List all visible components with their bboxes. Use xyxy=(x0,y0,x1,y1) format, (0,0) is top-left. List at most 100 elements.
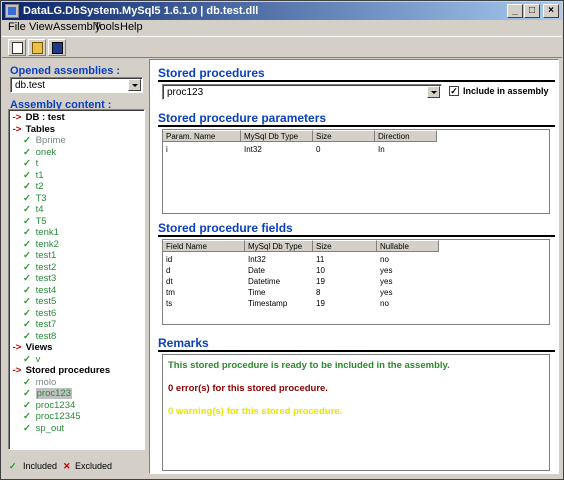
table-cell: tm xyxy=(166,288,175,297)
tree-group[interactable]: -> DB : test xyxy=(11,112,65,124)
check-icon: ✓ xyxy=(23,422,31,434)
tree-group[interactable]: -> Stored procedures xyxy=(11,365,110,377)
close-button[interactable]: × xyxy=(543,4,559,18)
check-icon: ✓ xyxy=(23,227,31,238)
tree-item[interactable]: ✓ t xyxy=(21,158,38,170)
tree-item-label: Views xyxy=(25,342,53,353)
tree-item[interactable]: ✓ test4 xyxy=(21,285,56,297)
check-icon: ✓ xyxy=(23,181,31,192)
toolbar xyxy=(2,36,562,58)
arrow-right-icon: -> xyxy=(12,342,22,353)
tree-item[interactable]: ✓ test7 xyxy=(21,319,56,331)
legend-excluded: Excluded xyxy=(75,461,113,471)
tree-item[interactable]: ✓ molo xyxy=(21,377,56,389)
table-cell: no xyxy=(380,299,389,308)
title-bar[interactable]: DataLG.DbSystem.MySql5 1.6.1.0 | db.test… xyxy=(2,2,562,20)
include-checkbox[interactable]: ✓ xyxy=(449,86,459,96)
check-icon: ✓ xyxy=(23,250,31,261)
check-icon: ✓ xyxy=(23,284,31,296)
check-icon: ✓ xyxy=(23,376,31,388)
column-header[interactable]: Nullable xyxy=(377,240,439,252)
maximize-button[interactable]: □ xyxy=(524,4,540,18)
tree-item[interactable]: ✓ t1 xyxy=(21,170,44,182)
tree-item[interactable]: ✓ sp_out xyxy=(21,423,64,435)
table-cell: 11 xyxy=(316,255,325,264)
divider xyxy=(158,350,555,352)
save-button[interactable] xyxy=(48,39,66,56)
check-icon: ✓ xyxy=(23,158,31,169)
tree-item[interactable]: ✓ t2 xyxy=(21,181,44,193)
remark-ok: This stored procedure is ready to be inc… xyxy=(168,360,450,371)
column-header[interactable]: Size xyxy=(313,130,375,142)
column-header[interactable]: MySql Db Type xyxy=(245,240,313,252)
table-cell: ts xyxy=(166,299,173,308)
remarks-title: Remarks xyxy=(158,336,209,350)
table-cell: Datetime xyxy=(248,277,281,286)
tree-item[interactable]: ✓ v xyxy=(21,354,40,366)
tree-group[interactable]: -> Tables xyxy=(11,124,55,136)
table-cell: no xyxy=(380,255,389,264)
tree-item[interactable]: ✓ T3 xyxy=(21,193,47,205)
tree-item[interactable]: ✓ proc123 xyxy=(21,388,72,400)
window-title: DataLG.DbSystem.MySql5 1.6.1.0 | db.test… xyxy=(23,5,259,17)
tree-item[interactable]: ✓ test8 xyxy=(21,331,56,343)
menu-tools[interactable]: Tools xyxy=(94,21,120,33)
tree-item[interactable]: ✓ T5 xyxy=(21,216,47,228)
tree-item[interactable]: ✓ tenk2 xyxy=(21,239,59,251)
table-cell: yes xyxy=(380,266,393,275)
check-icon: ✓ xyxy=(23,388,31,399)
assembly-tree[interactable]: -> DB : test -> Tables ✓ Bprime ✓ onek ✓ t ✓ … xyxy=(8,109,145,450)
include-label: Include in assembly xyxy=(463,86,549,96)
parameters-grid[interactable]: Param. Name MySql Db Type Size Direction i In… xyxy=(162,129,550,214)
check-icon: ✓ xyxy=(23,399,31,411)
column-header[interactable]: Size xyxy=(313,240,377,252)
tree-item-label: t2 xyxy=(35,181,44,192)
new-button[interactable] xyxy=(8,39,26,56)
tree-item-label: molo xyxy=(35,376,57,388)
open-button[interactable] xyxy=(28,39,46,56)
tree-item-label: proc12345 xyxy=(35,411,81,422)
tree-item[interactable]: ✓ proc12345 xyxy=(21,411,81,423)
column-header[interactable]: Direction xyxy=(375,130,437,142)
opened-assemblies-select[interactable]: db.test xyxy=(10,77,143,93)
tree-item[interactable]: ✓ proc1234 xyxy=(21,400,75,412)
table-cell: Int32 xyxy=(244,145,262,154)
menu-bar: File View Assembly Tools Help xyxy=(2,20,562,36)
menu-view[interactable]: View xyxy=(29,21,53,33)
tree-item-label: T5 xyxy=(35,215,47,227)
opened-assemblies-value: db.test xyxy=(15,80,46,91)
column-header[interactable]: Param. Name xyxy=(163,130,241,142)
tree-item-label: test1 xyxy=(35,250,57,261)
arrow-right-icon: -> xyxy=(12,123,22,135)
menu-help[interactable]: Help xyxy=(120,21,143,33)
tree-item[interactable]: ✓ onek xyxy=(21,147,56,159)
tree-item[interactable]: ✓ test3 xyxy=(21,273,56,285)
tree-item[interactable]: ✓ test2 xyxy=(21,262,56,274)
tree-item[interactable]: ✓ test6 xyxy=(21,308,56,320)
tree-item-label: proc1234 xyxy=(35,399,76,411)
table-cell: 10 xyxy=(316,266,325,275)
check-icon: ✓ xyxy=(23,146,31,158)
check-icon: ✓ xyxy=(23,135,31,146)
chevron-down-icon[interactable] xyxy=(128,79,141,91)
tree-item[interactable]: ✓ test1 xyxy=(21,250,56,262)
tree-item[interactable]: ✓ Bprime xyxy=(21,135,66,147)
menu-file[interactable]: File xyxy=(8,21,26,33)
tree-item[interactable]: ✓ tenk1 xyxy=(21,227,59,239)
tree-item[interactable]: ✓ t4 xyxy=(21,204,44,216)
minimize-button[interactable]: _ xyxy=(507,4,523,18)
table-cell: 19 xyxy=(316,277,325,286)
fields-grid[interactable]: Field Name MySql Db Type Size Nullable id Int… xyxy=(162,239,550,325)
chevron-down-icon[interactable] xyxy=(427,86,440,98)
table-cell: 19 xyxy=(316,299,325,308)
column-header[interactable]: MySql Db Type xyxy=(241,130,313,142)
cross-icon: ✕ xyxy=(63,461,71,471)
column-header[interactable]: Field Name xyxy=(163,240,245,252)
tree-item-label: tenk1 xyxy=(35,227,59,238)
tree-item-label: DB : test xyxy=(25,112,65,123)
tree-group[interactable]: -> Views xyxy=(11,342,53,354)
app-window: DataLG.DbSystem.MySql5 1.6.1.0 | db.test… xyxy=(0,0,564,480)
tree-item[interactable]: ✓ test5 xyxy=(21,296,56,308)
legend-included: Included xyxy=(23,461,58,471)
procedure-select[interactable]: proc123 xyxy=(162,84,442,100)
